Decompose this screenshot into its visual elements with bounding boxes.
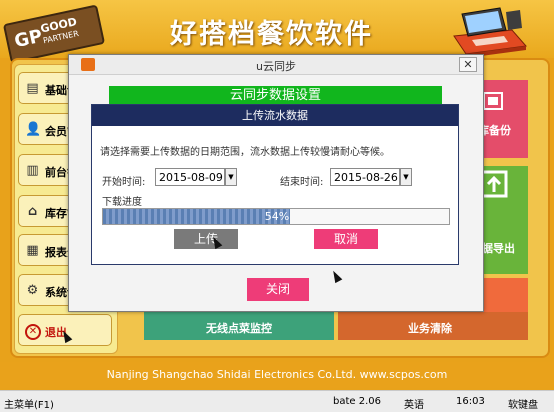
progress-label: 下载进度	[102, 197, 142, 208]
sync-settings-banner: 云同步数据设置	[109, 86, 442, 106]
upload-button[interactable]: 上传	[174, 229, 238, 249]
copyright-text: Nanjing Shangchao Shidai Electronics Co.…	[106, 368, 448, 381]
end-date-label: 结束时间:	[280, 177, 324, 188]
end-date-field[interactable]: 2015-08-26	[330, 168, 400, 186]
upload-dialog-title: 上传流水数据	[92, 105, 458, 126]
progress-text: 54%	[264, 210, 290, 223]
progress-bar: 54%	[102, 208, 450, 225]
report-icon: ▦	[26, 243, 39, 258]
cash-register-icon: ▥	[26, 163, 39, 178]
app-title: 好搭档餐饮软件	[170, 19, 373, 50]
logo-mark: GP	[12, 25, 45, 53]
chevron-down-icon[interactable]: ▼	[225, 168, 237, 186]
start-date-field[interactable]: 2015-08-09	[155, 168, 225, 186]
sync-dialog-title: u云同步	[256, 60, 296, 73]
close-button[interactable]: 关闭	[247, 278, 309, 301]
book-icon: ▤	[26, 81, 39, 96]
gear-icon: ⚙	[26, 283, 39, 298]
user-icon: 👤	[25, 122, 42, 137]
upload-hint: 请选择需要上传数据的日期范围，流水数据上传较慢请耐心等候。	[100, 147, 390, 158]
sync-dialog-titlebar: u云同步 ✕	[69, 55, 483, 75]
close-circle-icon: ✕	[25, 324, 41, 340]
cash-register-illustration-icon	[453, 7, 527, 58]
app-header: GP GOOD PARTNER 好搭档餐饮软件	[0, 0, 554, 64]
home-icon: ⌂	[27, 204, 38, 219]
main-menu-shortcut[interactable]: 主菜单(F1)	[4, 396, 54, 411]
start-date-label: 开始时间:	[102, 177, 146, 188]
chevron-down-icon[interactable]: ▼	[400, 168, 412, 186]
ime-indicator[interactable]: 英语	[404, 396, 424, 411]
backup-icon	[483, 92, 503, 110]
tile-clear-business[interactable]: 业务清除	[338, 312, 528, 340]
clock: 16:03	[456, 396, 485, 407]
statusbar: 主菜单(F1) bate 2.06 英语 16:03 软键盘	[0, 390, 554, 412]
cancel-button[interactable]: 取消	[314, 229, 378, 249]
tile-label: 据导出	[482, 242, 515, 255]
export-icon	[480, 170, 508, 198]
close-icon[interactable]: ✕	[459, 57, 477, 72]
tile-label: 业务清除	[408, 322, 452, 335]
tile-label: 无线点菜监控	[206, 322, 272, 335]
version-label: bate 2.06	[333, 396, 381, 407]
soft-keyboard-button[interactable]: 软键盘	[508, 396, 538, 411]
tile-wireless-monitor[interactable]: 无线点菜监控	[144, 312, 334, 340]
upload-dialog: 上传流水数据 请选择需要上传数据的日期范围，流水数据上传较慢请耐心等候。 开始时…	[91, 104, 459, 265]
